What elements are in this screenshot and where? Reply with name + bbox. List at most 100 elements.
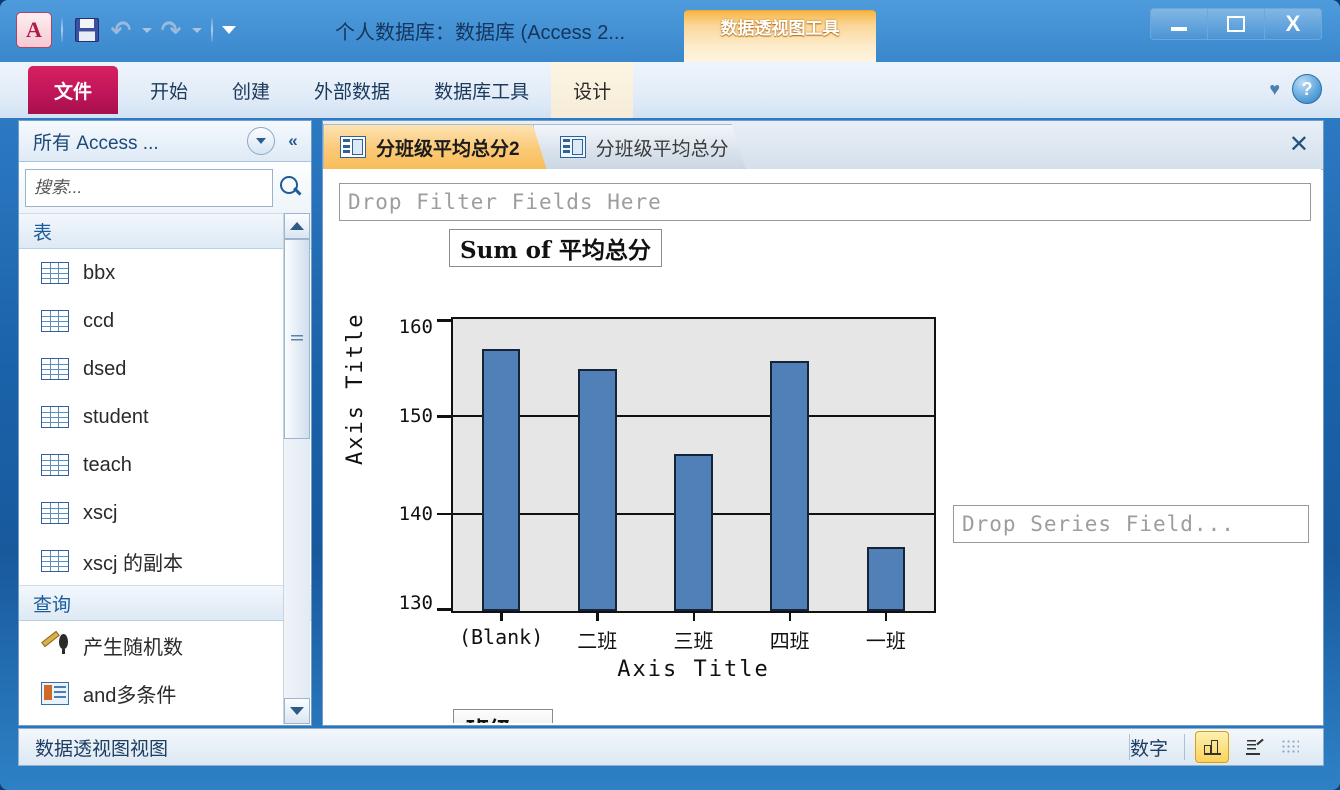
navigation-pane: 所有 Access ... « 表 ⌃ bbx ccd dsed — [18, 120, 312, 726]
qat-divider-2 — [211, 18, 213, 42]
help-icon[interactable]: ? — [1292, 74, 1322, 104]
ribbon-tabs: 文件 开始 创建 外部数据 数据库工具 设计 — [0, 62, 634, 118]
pivotchart-icon — [340, 136, 366, 158]
status-divider-2 — [1184, 734, 1185, 760]
customize-qat-icon[interactable] — [222, 26, 236, 34]
maximize-button[interactable] — [1208, 8, 1265, 40]
series-dropzone[interactable]: Drop Series Field... — [953, 505, 1309, 543]
maximize-icon — [1227, 16, 1245, 32]
resize-grip-icon[interactable] — [1281, 739, 1299, 755]
chart-bar[interactable] — [481, 349, 521, 611]
x-axis-tick-label: 四班 — [769, 629, 810, 653]
y-axis-title[interactable]: Axis Title — [343, 313, 368, 465]
list-item-label: bbx — [83, 261, 116, 284]
list-item[interactable]: ccd — [19, 297, 311, 345]
list-item[interactable]: xscj — [19, 489, 311, 537]
table-icon — [41, 502, 69, 524]
list-item-label: student — [83, 405, 149, 428]
query-icon — [41, 681, 69, 705]
field-button-class[interactable]: 班级 — [453, 709, 553, 723]
doc-tab-pivotchart[interactable]: 分班级平均总分2 — [323, 124, 547, 169]
list-item[interactable]: and多条件 — [19, 669, 311, 717]
search-icon[interactable] — [277, 174, 305, 202]
x-axis-tick-label: (Blank) — [458, 625, 544, 649]
qat-divider — [61, 18, 63, 42]
plot-area: 130 140 150 160 (Blank) 二班 三班 四班 一班 — [399, 316, 936, 653]
table-icon — [41, 454, 69, 476]
pivottable-view-button[interactable] — [1239, 732, 1271, 762]
nav-pane-body: 表 ⌃ bbx ccd dsed student teach — [19, 213, 311, 724]
y-axis-tick-label: 150 — [398, 405, 433, 428]
undo-dropdown-icon[interactable] — [142, 27, 152, 33]
list-item-label: 产生随机数 — [83, 636, 183, 659]
ribbon-tab-bar: 文件 开始 创建 外部数据 数据库工具 设计 ♥ ? — [0, 62, 1340, 118]
list-item[interactable]: bbx — [19, 249, 311, 297]
tab-create[interactable]: 创建 — [210, 62, 292, 118]
nav-pane-title: 所有 Access ... — [33, 132, 159, 154]
tab-design[interactable]: 设计 — [551, 62, 634, 118]
status-right-group: 数字 — [1130, 731, 1323, 763]
x-axis-tick-label: 三班 — [673, 629, 714, 653]
list-item[interactable]: dsed — [19, 345, 311, 393]
window-title: 个人数据库：数据库 (Access 2... — [334, 22, 626, 44]
ribbon-help-area: ♥ ? — [1269, 74, 1322, 104]
list-item[interactable]: teach — [19, 441, 311, 489]
collapse-pane-icon[interactable]: « — [275, 131, 311, 151]
pivottable-icon — [1246, 738, 1264, 755]
scroll-up-icon[interactable] — [284, 213, 310, 239]
nav-pane-scrollbar[interactable] — [283, 213, 310, 724]
nav-pane-header[interactable]: 所有 Access ... « — [19, 121, 311, 162]
tab-database-tools[interactable]: 数据库工具 — [412, 62, 551, 118]
chart-title[interactable]: Sum of 平均总分 — [449, 229, 662, 267]
y-axis-tick-label: 140 — [398, 502, 433, 525]
tab-home[interactable]: 开始 — [128, 62, 210, 118]
chart-bar[interactable] — [770, 360, 809, 611]
table-icon — [41, 406, 69, 428]
pivotchart-view-button[interactable] — [1195, 731, 1229, 763]
minimize-icon — [1171, 27, 1187, 31]
doc-tab-pivottable[interactable]: 分班级平均总分 — [533, 124, 746, 169]
search-input[interactable] — [25, 169, 273, 207]
chart-bar[interactable] — [578, 368, 617, 611]
list-item[interactable]: xscj 的副本 — [19, 537, 311, 585]
list-item[interactable]: 产生随机数 — [19, 621, 311, 669]
list-item-label: ccd — [83, 309, 115, 332]
tab-external-data[interactable]: 外部数据 — [292, 62, 412, 118]
y-gridline — [453, 415, 934, 418]
table-icon — [41, 550, 69, 572]
quick-access-toolbar: A ↶ ↷ — [16, 8, 236, 52]
minimize-button[interactable] — [1150, 8, 1208, 40]
group-header-tables[interactable]: 表 ⌃ — [19, 213, 311, 249]
list-item[interactable]: student — [19, 393, 311, 441]
scrollbar-thumb[interactable] — [284, 239, 310, 439]
status-bar: 数据透视图视图 数字 — [18, 728, 1324, 766]
status-mode-text: 数字 — [1129, 738, 1168, 760]
y-axis-tick — [437, 415, 453, 418]
close-button[interactable]: X — [1265, 8, 1322, 40]
group-label: 表 — [33, 222, 53, 244]
close-document-icon[interactable]: ✕ — [1289, 133, 1309, 157]
document-area: 分班级平均总分2 分班级平均总分 ✕ Drop Filter Fields He… — [322, 120, 1324, 726]
x-axis-title[interactable]: Axis Title — [451, 657, 936, 682]
redo-icon[interactable]: ↷ — [156, 15, 186, 45]
window-controls: X — [1150, 8, 1322, 40]
chart-bar[interactable] — [674, 454, 713, 611]
undo-icon[interactable]: ↶ — [106, 15, 136, 45]
status-view-text: 数据透视图视图 — [35, 738, 169, 760]
access-logo-icon[interactable]: A — [16, 12, 52, 48]
access-window: A ↶ ↷ 个人数据库：数据库 (Access 2... 数据透视图工具 X 文… — [0, 0, 1340, 790]
redo-dropdown-icon[interactable] — [192, 27, 202, 33]
scroll-down-icon[interactable] — [284, 698, 310, 724]
group-label: 查询 — [33, 594, 72, 616]
list-item-label: and多条件 — [83, 684, 177, 707]
tab-file[interactable]: 文件 — [28, 66, 119, 114]
document-tab-bar: 分班级平均总分2 分班级平均总分 ✕ — [323, 121, 1323, 170]
chart-bar[interactable] — [866, 546, 906, 611]
group-header-queries[interactable]: 查询 ⌃ — [19, 585, 311, 621]
close-icon: X — [1285, 11, 1301, 36]
save-icon[interactable] — [72, 15, 102, 45]
chevron-down-icon[interactable] — [247, 127, 275, 155]
minimize-ribbon-icon[interactable]: ♥ — [1269, 79, 1280, 100]
list-item-label: teach — [83, 453, 132, 476]
filter-dropzone[interactable]: Drop Filter Fields Here — [339, 183, 1311, 221]
